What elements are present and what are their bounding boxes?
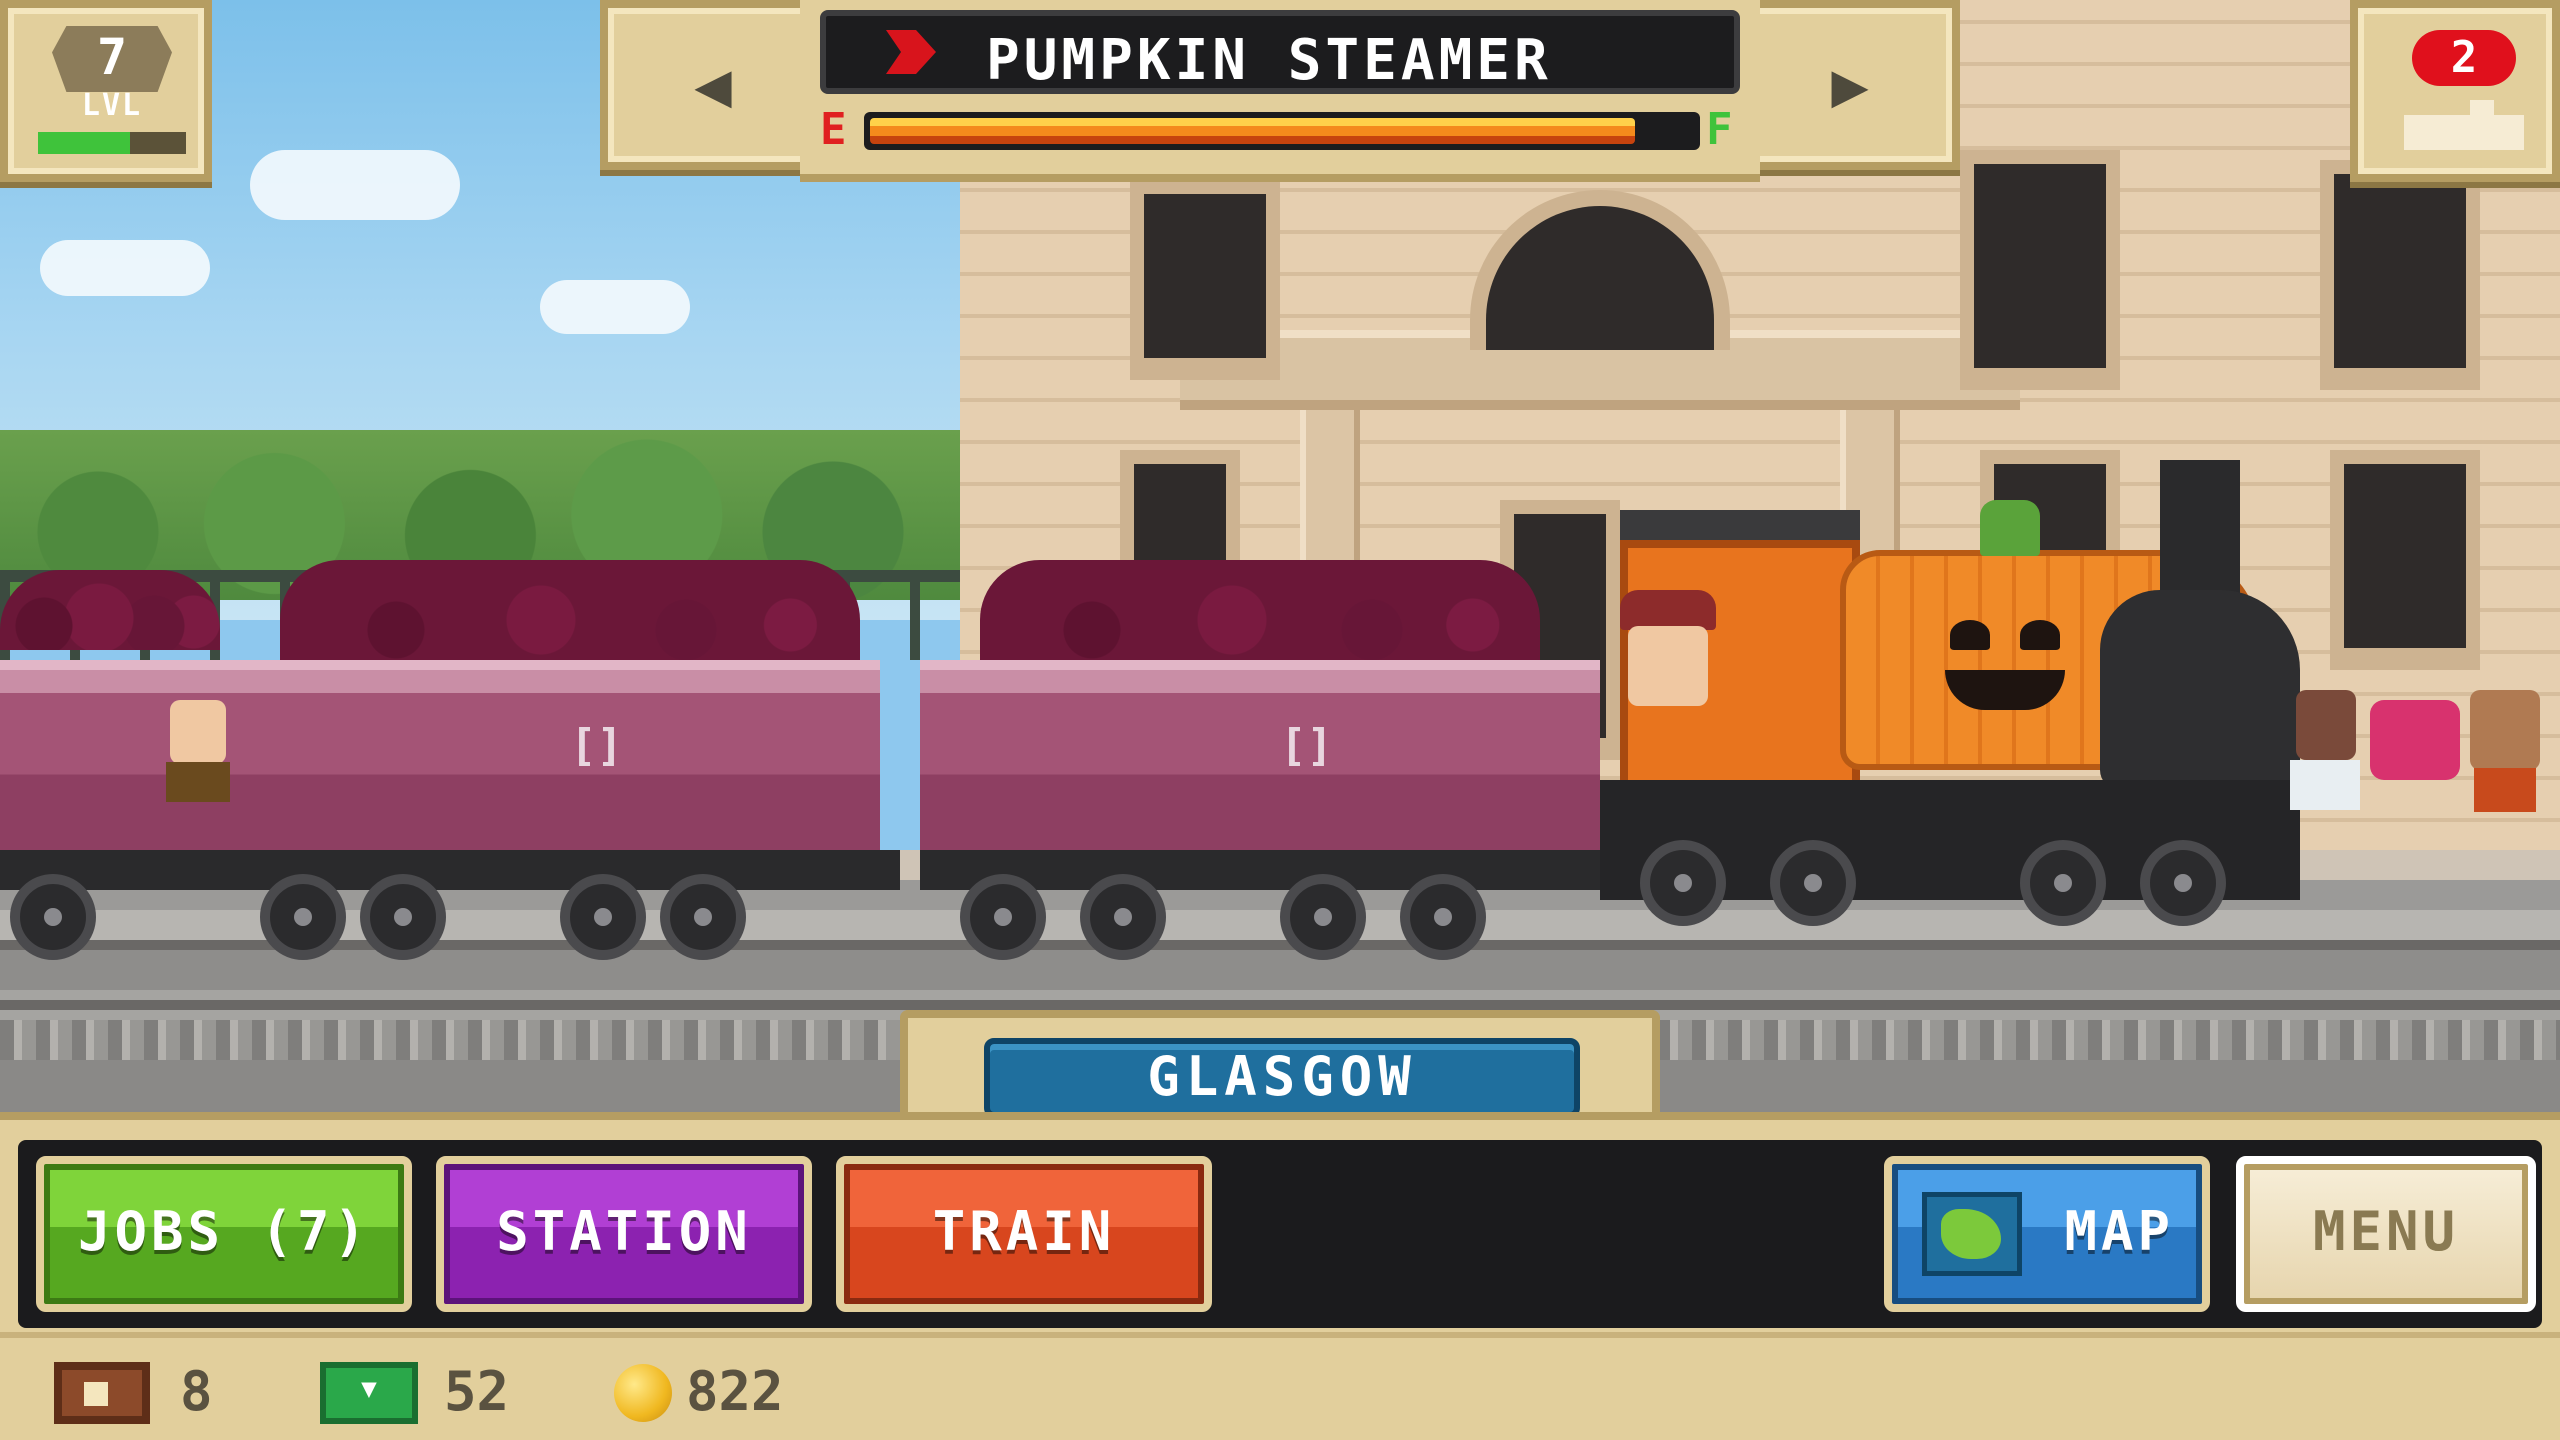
cash-icon (320, 1362, 418, 1424)
fuel-gauge-fill (870, 118, 1636, 144)
passenger (2470, 690, 2540, 770)
red-chevron-icon (886, 30, 936, 74)
wagon-body (920, 660, 1600, 860)
wheel (1080, 874, 1166, 960)
wheel (660, 874, 746, 960)
passenger-body (166, 762, 230, 802)
station-button[interactable]: STATION (436, 1156, 812, 1312)
train-title-bar: PUMPKIN STEAMER E F (800, 0, 1760, 182)
crate-icon (54, 1362, 150, 1424)
building-window (2320, 160, 2480, 390)
xp-bar-fill (38, 132, 130, 154)
wheel (2140, 840, 2226, 926)
cash-count: 52 (444, 1360, 510, 1423)
location-plate: GLASGOW (984, 1038, 1580, 1118)
wheel (1280, 874, 1366, 960)
wagon-frame (0, 850, 900, 890)
wagon-marking: [] (570, 720, 623, 771)
arrow-right-icon: ▶ (1831, 48, 1869, 121)
train-name-plate: PUMPKIN STEAMER (820, 10, 1740, 94)
passenger (2296, 690, 2356, 760)
level-label: LVL (81, 88, 143, 123)
engineer-hat (1620, 590, 1716, 630)
fuel-full-label: F (1706, 104, 1733, 155)
coin-icon (614, 1364, 672, 1422)
coins-count: 822 (686, 1360, 784, 1423)
building-window (1960, 150, 2120, 390)
cloud (540, 280, 690, 334)
wheel (560, 874, 646, 960)
prev-train-button[interactable]: ◀ (600, 0, 826, 170)
wagon[interactable]: [] (920, 560, 1620, 960)
wheel (2020, 840, 2106, 926)
loco-chimney (2160, 460, 2240, 610)
fuel-empty-label: E (820, 104, 847, 155)
passenger-bag (2370, 700, 2460, 780)
wagon-marking: [] (1280, 720, 1333, 771)
engineer (1628, 626, 1708, 706)
level-number: 7 (96, 28, 128, 86)
wagon[interactable]: [] (0, 560, 900, 960)
pumpkin-eye (2020, 620, 2060, 650)
train-button[interactable]: TRAIN (836, 1156, 1212, 1312)
wheel (1640, 840, 1726, 926)
fuel-gauge (864, 112, 1700, 150)
building-arch (1470, 190, 1730, 350)
next-train-button[interactable]: ▶ (1740, 0, 1960, 170)
rail (0, 1000, 2560, 1010)
trains-count-badge: 2 (2412, 30, 2516, 86)
map-button[interactable]: MAP (1884, 1156, 2210, 1312)
loco-smokebox (2100, 590, 2300, 790)
pumpkin-stem (1980, 500, 2040, 556)
coal-load (980, 560, 1540, 660)
cloud (250, 150, 460, 220)
pumpkin-eye (1950, 620, 1990, 650)
cloud (40, 240, 210, 296)
arrow-left-icon: ◀ (694, 48, 732, 121)
wheel (260, 874, 346, 960)
map-icon (1922, 1192, 2022, 1276)
wagon-body (0, 660, 880, 860)
trains-button[interactable]: 2 (2350, 0, 2560, 182)
passenger (170, 700, 226, 764)
passenger-body (2290, 760, 2360, 810)
bottom-panel: JOBS (7) STATION TRAIN MAP MENU (0, 1112, 2560, 1332)
passenger-body (2474, 768, 2536, 812)
resource-bar: 8 52 822 (0, 1332, 2560, 1440)
coal-load (0, 570, 220, 650)
train-name: PUMPKIN STEAMER (986, 28, 1552, 93)
building-window (1130, 180, 1280, 380)
level-badge[interactable]: 7 LVL (0, 0, 212, 182)
wheel (10, 874, 96, 960)
pumpkin-locomotive[interactable] (1600, 450, 2300, 960)
mini-train-icon (2404, 100, 2524, 150)
wheel (360, 874, 446, 960)
crates-count: 8 (180, 1360, 213, 1423)
coal-load (280, 560, 860, 660)
jobs-button[interactable]: JOBS (7) (36, 1156, 412, 1312)
wheel (1400, 874, 1486, 960)
map-button-label: MAP (2064, 1200, 2174, 1263)
location-name: GLASGOW (1147, 1045, 1417, 1108)
wheel (1770, 840, 1856, 926)
xp-bar (38, 132, 186, 154)
wheel (960, 874, 1046, 960)
menu-button[interactable]: MENU (2236, 1156, 2536, 1312)
building-window (2330, 450, 2480, 670)
